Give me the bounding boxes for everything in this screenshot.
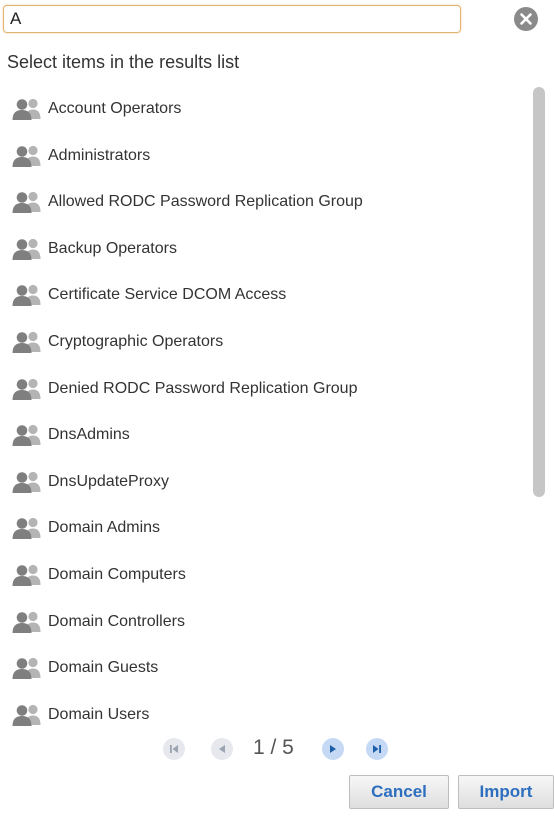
result-item-label: Backup Operators <box>48 239 177 257</box>
result-item[interactable]: Domain Admins <box>10 513 160 543</box>
group-icon <box>10 377 44 401</box>
result-item[interactable]: Domain Controllers <box>10 607 185 637</box>
group-icon <box>10 470 44 494</box>
cancel-button[interactable]: Cancel <box>349 775 449 809</box>
result-item-label: Account Operators <box>48 100 182 117</box>
result-item-label: Administrators <box>48 146 151 164</box>
result-item-label: Domain Controllers <box>48 612 185 630</box>
group-icon <box>10 237 44 261</box>
last-page-icon <box>373 745 381 753</box>
result-item[interactable]: Cryptographic Operators <box>10 327 223 357</box>
result-item-label: Certificate Service DCOM Access <box>48 286 287 304</box>
result-item-label: DnsAdmins <box>48 426 130 444</box>
result-item[interactable]: Certificate Service DCOM Access <box>10 280 286 310</box>
result-item[interactable]: Account Operators <box>10 94 181 124</box>
import-button[interactable]: Import <box>458 775 554 809</box>
result-item-label: DnsUpdateProxy <box>48 472 169 490</box>
result-item-label: Cryptographic Operators <box>48 333 224 350</box>
result-item[interactable]: Administrators <box>10 141 150 171</box>
result-item-label: Domain Computers <box>48 566 186 583</box>
result-item[interactable]: Domain Guests <box>10 653 158 683</box>
group-icon <box>10 563 44 587</box>
scrollbar-thumb[interactable] <box>533 87 545 497</box>
search-input[interactable] <box>3 5 461 33</box>
group-icon <box>10 190 44 214</box>
result-item[interactable]: Domain Users <box>10 700 149 728</box>
search-row <box>0 5 554 37</box>
result-item[interactable]: Domain Computers <box>10 560 186 590</box>
result-item-label: Allowed RODC Password Replication Group <box>48 193 363 211</box>
group-icon <box>10 703 44 727</box>
group-icon <box>10 423 44 447</box>
results-list[interactable]: Account Operators Administrators Allowed R… <box>0 83 530 728</box>
result-item[interactable]: Denied RODC Password Replication Group <box>10 374 357 404</box>
result-item[interactable]: Backup Operators <box>10 234 177 264</box>
page-indicator: 1 / 5 <box>253 736 294 759</box>
instruction-text: Select items in the results list <box>7 52 240 72</box>
previous-page-icon <box>219 745 225 753</box>
group-icon <box>10 330 44 354</box>
group-icon <box>10 656 44 680</box>
next-page-icon <box>330 745 336 753</box>
last-page-button[interactable] <box>366 738 388 760</box>
scrollbar[interactable] <box>530 83 548 728</box>
group-icon <box>10 516 44 540</box>
previous-page-button[interactable] <box>211 738 233 760</box>
close-circle-icon <box>520 13 532 25</box>
result-item[interactable]: DnsAdmins <box>10 420 130 450</box>
first-page-icon <box>170 745 178 753</box>
result-item-label: Domain Guests <box>48 659 159 677</box>
result-item-label: Denied RODC Password Replication Group <box>48 379 358 397</box>
group-icon <box>10 283 44 307</box>
first-page-button[interactable] <box>163 738 185 760</box>
next-page-button[interactable] <box>322 738 344 760</box>
clear-search-button[interactable] <box>514 7 538 31</box>
group-icon <box>10 97 44 121</box>
result-item-label: Domain Admins <box>48 519 161 537</box>
pagination: 1 / 5 <box>0 734 554 764</box>
group-icon <box>10 610 44 634</box>
group-icon <box>10 144 44 168</box>
result-item[interactable]: Allowed RODC Password Replication Group <box>10 187 363 217</box>
result-item-label: Domain Users <box>48 705 150 723</box>
result-item[interactable]: DnsUpdateProxy <box>10 467 169 497</box>
